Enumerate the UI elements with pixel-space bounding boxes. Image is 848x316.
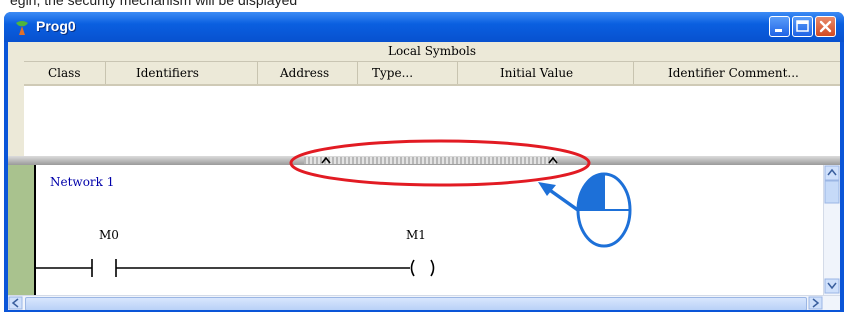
minimize-button[interactable] <box>769 16 790 37</box>
title-bar[interactable]: Prog0 <box>4 12 844 42</box>
vertical-scrollbar[interactable] <box>823 165 840 295</box>
column-type[interactable]: Type... <box>358 62 458 84</box>
column-identifiers[interactable]: Identifiers <box>106 62 258 84</box>
column-class[interactable]: Class <box>24 62 106 84</box>
window-client-area: Local Symbols Class Identifiers Address … <box>8 42 840 310</box>
scroll-right-icon[interactable] <box>808 296 824 310</box>
symbols-table-body[interactable] <box>24 86 840 156</box>
symbols-left-strip <box>8 42 24 156</box>
coil-label: M1 <box>406 228 426 242</box>
symbols-column-header: Class Identifiers Address Type... Initia… <box>24 62 840 86</box>
local-symbols-header: Local Symbols <box>24 42 840 62</box>
scroll-arrows-icon <box>824 165 840 294</box>
security-mechanism-handle[interactable] <box>304 157 556 164</box>
column-initial-value[interactable]: Initial Value <box>458 62 634 84</box>
contact-label: M0 <box>99 228 119 242</box>
program-icon <box>16 21 28 35</box>
window-title: Prog0 <box>36 18 76 34</box>
collapse-up-icon[interactable] <box>321 157 331 164</box>
maximize-button[interactable] <box>792 16 813 37</box>
pane-splitter[interactable] <box>8 156 840 165</box>
minimize-icon <box>775 29 782 32</box>
column-address[interactable]: Address <box>258 62 358 84</box>
page-caption: egin, the security mechanism will be dis… <box>10 0 298 8</box>
scroll-left-icon[interactable] <box>8 296 24 310</box>
collapse-up-icon[interactable] <box>548 157 558 164</box>
program-window: Prog0 Local Symbols Class Identifiers Ad… <box>4 12 844 312</box>
horizontal-scrollbar[interactable] <box>8 295 840 310</box>
close-button[interactable] <box>815 16 836 37</box>
close-icon <box>819 20 832 33</box>
ladder-editor[interactable]: Network 1 M0 M1 <box>8 165 823 295</box>
column-identifier-comment[interactable]: Identifier Comment... <box>634 62 840 84</box>
maximize-icon <box>796 20 809 32</box>
horizontal-scroll-thumb[interactable] <box>25 297 807 310</box>
